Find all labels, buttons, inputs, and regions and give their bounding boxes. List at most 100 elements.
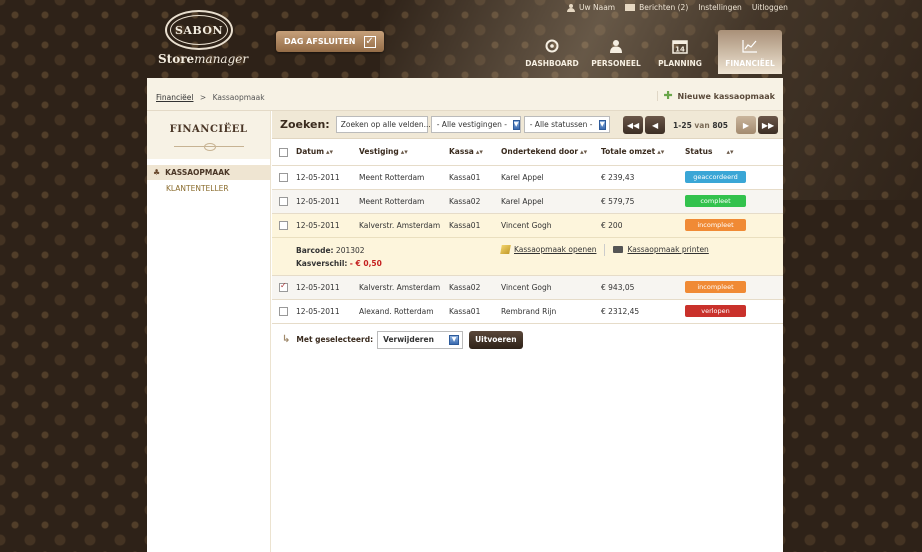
page-range-value: 1-25	[673, 120, 692, 130]
edit-icon	[500, 245, 511, 254]
first-page-button[interactable]: ◀◀	[623, 116, 644, 134]
row-select-cell	[272, 275, 296, 300]
settings-link[interactable]: Instellingen	[698, 3, 742, 12]
sidebar: FINANCIËEL ♣ KASSAOPMAAK KLANTENTELLER	[147, 111, 271, 552]
col-kassa[interactable]: Kassa ▴▾	[449, 139, 501, 166]
execute-button[interactable]: Uitvoeren	[469, 330, 523, 349]
close-day-label: DAG AFSLUITEN	[284, 37, 356, 46]
cell-total: € 200	[601, 213, 685, 237]
printer-icon	[613, 246, 624, 253]
link-divider	[604, 243, 606, 256]
detail-links: Kassaopmaak openen Kassaopmaak printen	[500, 243, 783, 256]
sabon-logo[interactable]: SABON	[165, 10, 233, 50]
col-datum-label: Datum	[296, 147, 325, 157]
page-range: 1-25 van 805	[673, 121, 728, 130]
status-select-value: - Alle statussen -	[529, 120, 593, 129]
prev-page-button[interactable]: ◀	[645, 116, 666, 134]
table-row[interactable]: 12-05-2011 Meent Rotterdam Kassa01 Karel…	[272, 165, 783, 190]
table-row-expanded[interactable]: 12-05-2011 Kalverstr. Amsterdam Kassa01 …	[272, 213, 783, 237]
table-row[interactable]: 12-05-2011 Alexand. Rotterdam Kassa01 Re…	[272, 299, 783, 324]
row-checkbox[interactable]	[279, 172, 288, 182]
messages-link[interactable]: Berichten (2)	[625, 3, 688, 12]
nav-dashboard[interactable]: DASHBOARD	[520, 30, 584, 74]
row-checkbox[interactable]	[279, 196, 288, 206]
col-totaal[interactable]: Totale omzet ▴▾	[601, 139, 685, 166]
cell-branch: Meent Rotterdam	[359, 189, 449, 214]
person-icon	[608, 38, 624, 54]
diff-label: Kasverschil:	[296, 258, 348, 268]
brand-bold: Store	[158, 52, 195, 66]
diff-value: - € 0,50	[349, 258, 382, 268]
status-badge: geaccordeerd	[685, 171, 746, 183]
table-row[interactable]: 12-05-2011 Kalverstr. Amsterdam Kassa02 …	[272, 275, 783, 300]
branch-select-value: - Alle vestigingen -	[436, 120, 507, 129]
cell-date: 12-05-2011	[296, 299, 359, 324]
row-checkbox[interactable]	[279, 220, 288, 230]
col-ondertekend-label: Ondertekend door	[501, 147, 579, 157]
breadcrumb-root[interactable]: Financiëel	[156, 93, 193, 102]
col-vestiging-label: Vestiging	[359, 147, 399, 157]
col-totaal-label: Totale omzet	[601, 147, 656, 157]
cell-signed: Rembrand Rijn	[501, 299, 601, 324]
page-total: 805	[712, 120, 728, 130]
cell-register: Kassa02	[449, 275, 501, 300]
row-checkbox-checked[interactable]	[279, 281, 288, 292]
close-day-button[interactable]: DAG AFSLUITEN ✓	[276, 31, 384, 52]
print-kassaopmaak-link[interactable]: Kassaopmaak printen	[613, 245, 709, 254]
cell-total: € 943,05	[601, 275, 685, 300]
nav-personeel[interactable]: PERSONEEL	[584, 30, 648, 74]
col-ondertekend[interactable]: Ondertekend door ▴▾	[501, 139, 601, 166]
nav-planning[interactable]: 14 PLANNING	[648, 30, 712, 74]
barcode-value: 201302	[335, 245, 365, 255]
sidebar-item-kassaopmaak[interactable]: ♣ KASSAOPMAAK	[147, 165, 270, 180]
col-kassa-label: Kassa	[449, 147, 474, 157]
logout-link[interactable]: Uitloggen	[752, 3, 788, 12]
search-input[interactable]: Zoeken op alle velden...	[335, 116, 431, 133]
messages-label: Berichten (2)	[639, 3, 689, 12]
status-select[interactable]: - Alle statussen - ▼	[523, 116, 610, 133]
sidebar-item-klantenteller[interactable]: KLANTENTELLER	[147, 184, 270, 193]
open-kassaopmaak-link[interactable]: Kassaopmaak openen	[500, 245, 596, 254]
nav-financieel[interactable]: FINANCIËEL	[718, 30, 782, 74]
breadcrumb: Financiëel > Kassaopmaak	[156, 93, 265, 102]
select-all-checkbox[interactable]	[279, 147, 288, 157]
new-kassaopmaak-button[interactable]: ✚ Nieuwe kassaopmaak	[656, 89, 775, 102]
user-name: Uw Naam	[579, 3, 616, 12]
cell-register: Kassa01	[449, 213, 501, 237]
cell-register: Kassa01	[449, 165, 501, 190]
nav-planning-label: PLANNING	[658, 59, 702, 68]
print-link-label: Kassaopmaak printen	[627, 245, 709, 254]
breadcrumb-bar: Financiëel > Kassaopmaak ✚ Nieuwe kassao…	[147, 78, 783, 111]
cell-signed: Vincent Gogh	[501, 275, 601, 300]
sidebar-title: FINANCIËEL	[169, 124, 248, 135]
user-link[interactable]: Uw Naam	[567, 3, 615, 12]
col-vestiging[interactable]: Vestiging ▴▾	[359, 139, 449, 166]
top-links: Uw Naam Berichten (2) Instellingen Uitlo…	[567, 3, 788, 12]
diff-line: Kasverschil: - € 0,50	[296, 257, 501, 270]
table-row[interactable]: 12-05-2011 Meent Rotterdam Kassa02 Karel…	[272, 189, 783, 214]
last-page-button[interactable]: ▶▶	[758, 116, 778, 134]
sort-icon: ▴▾	[657, 148, 665, 157]
mail-icon	[625, 4, 636, 11]
nav-financieel-label: FINANCIËEL	[725, 59, 775, 68]
chevron-down-icon: ▼	[449, 334, 460, 345]
cell-date: 12-05-2011	[296, 275, 359, 300]
cell-status: geaccordeerd	[685, 165, 783, 190]
col-datum[interactable]: Datum ▴▾	[296, 139, 359, 166]
row-checkbox[interactable]	[279, 306, 288, 316]
nav-dashboard-label: DASHBOARD	[525, 59, 579, 68]
bulk-action-select[interactable]: Verwijderen ▼	[377, 330, 464, 349]
status-badge: compleet	[685, 195, 746, 207]
cell-branch: Kalverstr. Amsterdam	[359, 275, 449, 300]
search-label: Zoeken:	[280, 118, 330, 131]
sort-icon: ▴▾	[326, 148, 334, 157]
sort-icon: ▴▾	[726, 148, 734, 157]
cell-signed: Vincent Gogh	[501, 213, 601, 237]
cell-status: compleet	[685, 189, 783, 214]
col-status[interactable]: Status ▴▾	[685, 139, 783, 166]
cell-total: € 2312,45	[601, 299, 685, 324]
row-select-cell	[272, 213, 296, 237]
branch-select[interactable]: - Alle vestigingen - ▼	[430, 116, 521, 133]
plus-icon: ✚	[663, 89, 673, 102]
next-page-button[interactable]: ▶	[736, 116, 756, 134]
